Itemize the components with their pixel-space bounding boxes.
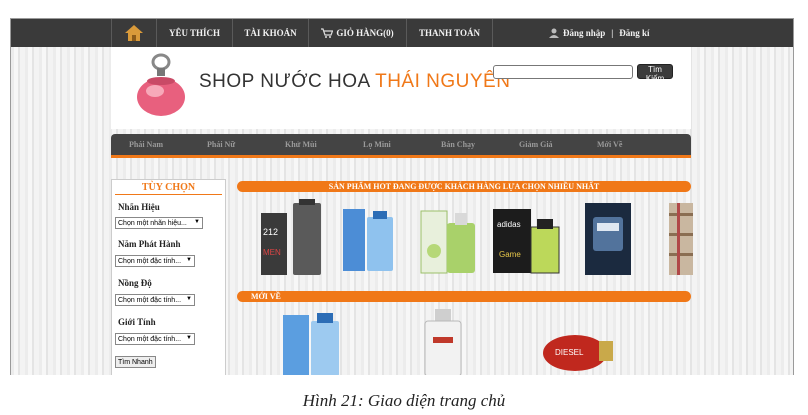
strength-select[interactable]: Chọn một đặc tính... ▼	[115, 294, 195, 306]
user-icon	[549, 28, 559, 38]
sidebar-divider	[115, 194, 222, 195]
register-link[interactable]: Đăng kí	[619, 28, 649, 38]
category-bestseller[interactable]: Bán Chạy	[441, 134, 519, 155]
nav-cart-label: GIỎ HÀNG(0)	[336, 28, 394, 38]
strength-label: Nồng Độ	[118, 278, 152, 288]
product-adidas-label: adidas	[497, 220, 521, 229]
year-select[interactable]: Chọn một đặc tính... ▼	[115, 255, 195, 267]
product-adidas-sub: Game	[499, 250, 521, 259]
brand-select[interactable]: Chọn một nhãn hiệu... ▼	[115, 217, 203, 229]
gender-select-value: Chọn một đặc tính...	[118, 335, 182, 343]
product-image	[669, 203, 693, 275]
product-green-fragrance[interactable]	[417, 201, 481, 277]
product-diesel-label: DIESEL	[555, 348, 584, 357]
top-navigation-bar: YÊU THÍCH TÀI KHOẢN GIỎ HÀNG(0) THANH TO…	[11, 19, 793, 47]
site-header: SHOP NƯỚC HOA THÁI NGUYÊN Tìm Kiếm	[111, 47, 691, 129]
product-image	[424, 309, 462, 375]
gender-label: Giới Tính	[118, 317, 156, 327]
product-image	[585, 203, 631, 275]
chevron-down-icon: ▼	[186, 257, 192, 263]
brand-select-value: Chọn một nhãn hiệu...	[118, 219, 187, 227]
product-new-light-blue[interactable]	[281, 309, 343, 375]
link-separator: |	[611, 28, 614, 38]
product-212-sub: MEN	[263, 248, 281, 257]
perfume-logo	[137, 53, 185, 116]
gender-select[interactable]: Chọn một đặc tính... ▼	[115, 333, 195, 345]
category-new[interactable]: Mới Về	[597, 134, 675, 155]
product-image	[343, 209, 393, 271]
search-input[interactable]	[493, 65, 633, 79]
nav-favorites-label: YÊU THÍCH	[168, 28, 221, 38]
product-adidas-game[interactable]: adidas Game	[493, 205, 563, 277]
home-button[interactable]	[111, 19, 157, 47]
nav-account[interactable]: TÀI KHOẢN	[233, 19, 309, 47]
product-image	[420, 210, 475, 274]
product-plaid-box[interactable]	[669, 203, 693, 275]
nav-checkout-label: THANH TOÁN	[419, 28, 480, 38]
nav-favorites[interactable]: YÊU THÍCH	[157, 19, 233, 47]
new-products-header: MỚI VỀ	[237, 291, 691, 302]
chevron-down-icon: ▼	[186, 296, 192, 302]
filter-sidebar: TÙY CHỌN Nhãn Hiệu Chọn một nhãn hiệu...…	[111, 179, 226, 375]
screenshot-frame: YÊU THÍCH TÀI KHOẢN GIỎ HÀNG(0) THANH TO…	[10, 18, 794, 375]
shop-city: THÁI NGUYÊN	[375, 71, 511, 92]
shop-name: SHOP NƯỚC HOA	[199, 71, 370, 92]
category-menu: Phái Nam Phái Nữ Khử Mùi Lọ Mini Bán Chạ…	[111, 134, 691, 158]
product-212-label: 212	[263, 227, 278, 237]
nav-cart[interactable]: GIỎ HÀNG(0)	[309, 19, 407, 47]
account-links: Đăng nhập | Đăng kí	[549, 19, 650, 47]
hot-products-header: SẢN PHẨM HOT ĐANG ĐƯỢC KHÁCH HÀNG LỰA CH…	[237, 181, 691, 192]
category-sale[interactable]: Giảm Giá	[519, 134, 597, 155]
nav-checkout[interactable]: THANH TOÁN	[407, 19, 493, 47]
product-dark-bottle[interactable]	[583, 203, 633, 275]
sidebar-title: TÙY CHỌN	[141, 182, 196, 193]
login-link[interactable]: Đăng nhập	[563, 28, 605, 38]
strength-select-value: Chọn một đặc tính...	[118, 296, 182, 304]
search-button[interactable]: Tìm Kiếm	[637, 64, 673, 83]
quick-search-button[interactable]: Tìm Nhanh	[115, 356, 156, 368]
nav-account-label: TÀI KHOẢN	[244, 28, 297, 38]
category-men[interactable]: Phái Nam	[129, 134, 207, 155]
chevron-down-icon: ▼	[194, 219, 200, 225]
product-image: 212 MEN	[261, 199, 321, 275]
home-icon	[125, 25, 143, 41]
cart-icon	[321, 28, 334, 38]
product-new-clear-bottle[interactable]	[421, 307, 465, 375]
product-image: DIESEL	[543, 335, 613, 371]
category-mini[interactable]: Lọ Mini	[363, 134, 441, 155]
category-deodorant[interactable]: Khử Mùi	[285, 134, 363, 155]
category-women[interactable]: Phái Nữ	[207, 134, 285, 155]
year-select-value: Chọn một đặc tính...	[118, 257, 182, 265]
chevron-down-icon: ▼	[186, 335, 192, 341]
product-212-men[interactable]: 212 MEN	[259, 199, 325, 277]
year-label: Năm Phát Hành	[118, 239, 181, 249]
brand-label: Nhãn Hiệu	[118, 202, 160, 212]
product-light-blue[interactable]	[341, 203, 397, 275]
product-image: adidas Game	[493, 209, 560, 274]
product-image	[283, 313, 339, 375]
figure-caption: Hình 21: Giao diện trang chủ	[302, 391, 506, 410]
product-diesel-fist[interactable]: DIESEL	[541, 325, 617, 375]
shop-logo-text: SHOP NƯỚC HOA THÁI NGUYÊN	[199, 71, 510, 93]
